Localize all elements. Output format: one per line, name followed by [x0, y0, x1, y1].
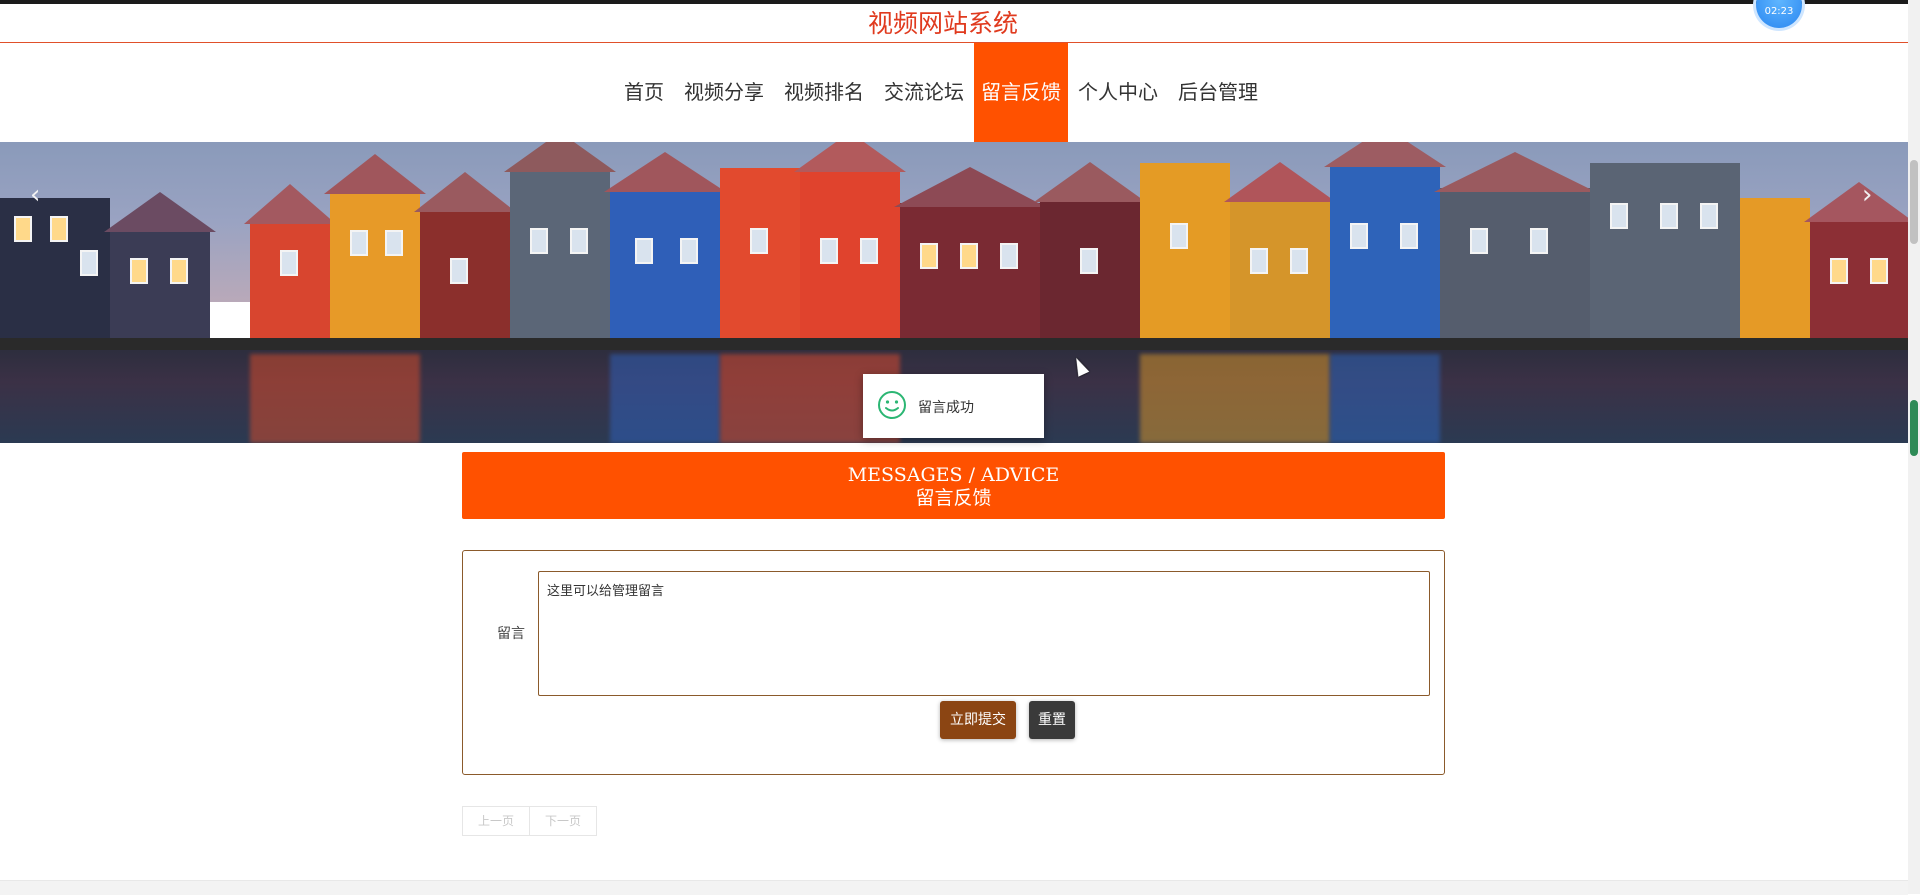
banner-house [604, 152, 726, 338]
banner-reflection [1330, 354, 1440, 443]
nav-item-personal-center[interactable]: 个人中心 [1068, 43, 1168, 142]
message-textarea[interactable]: 这里可以给管理留言 [538, 571, 1430, 696]
toast-message: 留言成功 [918, 400, 974, 416]
chevron-left-icon[interactable]: ‹ [30, 180, 40, 210]
banner-house [1224, 162, 1336, 338]
page-footer-bar [0, 880, 1908, 895]
scrollbar-indicator [1910, 400, 1918, 456]
nav-item-home[interactable]: 首页 [614, 43, 674, 142]
main-nav: 首页 视频分享 视频排名 交流论坛 留言反馈 个人中心 后台管理 [0, 43, 1908, 142]
banner-reflection [1140, 354, 1330, 443]
pagination: 上一页 下一页 [462, 806, 597, 836]
banner-reflection [610, 354, 720, 443]
submit-button[interactable]: 立即提交 [940, 701, 1016, 739]
banner-house [1034, 162, 1146, 338]
chevron-right-icon[interactable]: › [1862, 180, 1872, 210]
scrollbar-thumb[interactable] [1910, 160, 1918, 244]
prev-page-button[interactable]: 上一页 [462, 806, 530, 836]
banner-house [1140, 163, 1230, 338]
page-scrollbar[interactable] [1908, 0, 1920, 894]
nav-item-video-ranking[interactable]: 视频排名 [774, 43, 874, 142]
section-title-en: MESSAGES / ADVICE [847, 464, 1060, 486]
banner-house [1590, 163, 1740, 338]
reset-button[interactable]: 重置 [1029, 701, 1075, 739]
banner-house [414, 172, 516, 338]
section-title-cn: 留言反馈 [915, 487, 992, 509]
banner-house [1324, 142, 1446, 338]
message-label: 留言 [497, 626, 525, 642]
smile-icon [878, 391, 906, 419]
banner-house [244, 184, 336, 338]
nav-item-feedback[interactable]: 留言反馈 [974, 43, 1068, 142]
next-page-button[interactable]: 下一页 [529, 806, 597, 836]
nav-item-forum[interactable]: 交流论坛 [874, 43, 974, 142]
nav-item-admin[interactable]: 后台管理 [1168, 43, 1268, 142]
banner-house [324, 154, 426, 338]
banner-house [504, 142, 616, 338]
banner-house [1434, 152, 1596, 338]
banner-reflection [250, 354, 420, 443]
section-header: MESSAGES / ADVICE 留言反馈 [462, 452, 1445, 519]
success-toast: 留言成功 [863, 374, 1044, 438]
banner-house [894, 167, 1046, 338]
banner-dock [0, 338, 1908, 350]
site-header: 视频网站系统 02:23 [0, 0, 1908, 43]
banner-house [794, 142, 906, 338]
banner-house [1804, 182, 1908, 338]
nav-item-video-share[interactable]: 视频分享 [674, 43, 774, 142]
banner-house [104, 192, 216, 338]
banner-house [0, 198, 110, 338]
site-title: 视频网站系统 [867, 9, 1018, 38]
feedback-form: 留言 这里可以给管理留言 立即提交 重置 [462, 550, 1445, 775]
banner-house [720, 168, 800, 338]
banner-house [1740, 198, 1810, 338]
